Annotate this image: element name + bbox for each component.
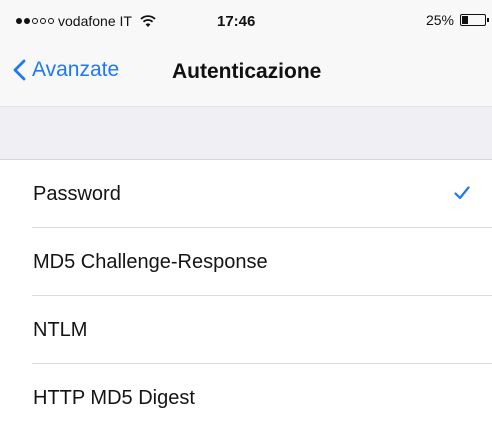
authentication-options-list: Password MD5 Challenge-Response NTLM HTT… xyxy=(0,160,492,425)
option-row-md5-challenge-response[interactable]: MD5 Challenge-Response xyxy=(0,228,492,296)
status-bar: vodafone IT 17:46 25% xyxy=(0,0,492,40)
navigation-bar: Avanzate Autenticazione xyxy=(0,40,492,106)
back-button[interactable]: Avanzate xyxy=(12,58,119,82)
status-right: 25% xyxy=(425,12,489,28)
option-label: HTTP MD5 Digest xyxy=(33,387,195,409)
signal-strength-icon xyxy=(16,18,54,24)
back-button-label: Avanzate xyxy=(32,58,120,81)
status-left: vodafone IT xyxy=(16,12,156,30)
chevron-left-icon xyxy=(13,59,26,81)
status-time: 17:46 xyxy=(217,13,256,30)
checkmark-icon xyxy=(454,186,470,200)
signal-dot xyxy=(40,18,46,24)
group-header-spacer xyxy=(0,106,492,160)
signal-dot xyxy=(24,18,30,24)
option-row-ntlm[interactable]: NTLM xyxy=(0,296,492,364)
signal-dot xyxy=(32,18,38,24)
battery-level xyxy=(462,16,468,24)
battery-icon xyxy=(460,14,489,26)
battery-tip xyxy=(487,18,489,22)
option-label: Password xyxy=(33,183,121,205)
carrier-name: vodafone IT xyxy=(58,13,132,29)
option-label: MD5 Challenge-Response xyxy=(33,251,268,273)
option-row-password[interactable]: Password xyxy=(0,160,492,228)
signal-dot xyxy=(48,18,54,24)
battery-percentage: 25% xyxy=(425,12,454,28)
page-title: Autenticazione xyxy=(172,60,322,83)
wifi-icon xyxy=(140,15,156,27)
option-label: NTLM xyxy=(33,319,88,341)
signal-dot xyxy=(16,18,22,24)
settings-screen: vodafone IT 17:46 25% Avanzate Autentica… xyxy=(0,0,492,425)
option-row-http-md5-digest[interactable]: HTTP MD5 Digest xyxy=(0,364,492,425)
